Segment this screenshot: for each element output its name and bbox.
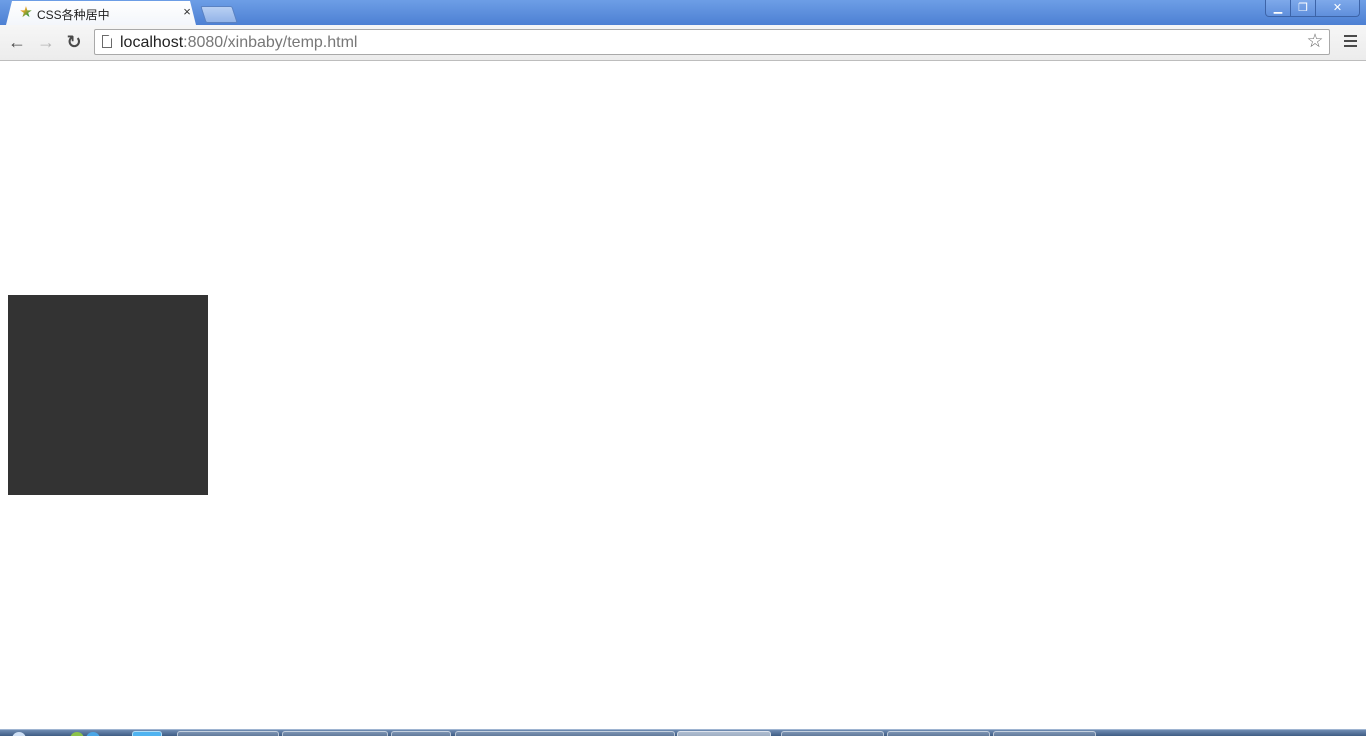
taskbar-app-button[interactable] bbox=[677, 731, 771, 736]
menu-icon-bar bbox=[1343, 45, 1357, 47]
title-bar: ★ CSS各种居中 × ▁ ❐ ✕ bbox=[0, 0, 1366, 25]
restore-button[interactable]: ❐ bbox=[1291, 0, 1316, 17]
start-orb-icon[interactable] bbox=[12, 732, 26, 736]
url-text: localhost:8080/xinbaby/temp.html bbox=[120, 33, 357, 52]
taskbar-app-icon[interactable] bbox=[70, 732, 84, 736]
taskbar-app-button[interactable] bbox=[282, 731, 388, 736]
dark-square-box bbox=[8, 295, 208, 495]
taskbar-app-button[interactable] bbox=[781, 731, 884, 736]
os-taskbar bbox=[0, 729, 1366, 736]
browser-window: ★ CSS各种居中 × ▁ ❐ ✕ ← → ↻ localhost:8080/x… bbox=[0, 0, 1366, 736]
menu-icon[interactable] bbox=[1340, 33, 1360, 51]
tab-close-icon[interactable]: × bbox=[180, 4, 194, 20]
minimize-button[interactable]: ▁ bbox=[1265, 0, 1291, 17]
browser-toolbar: ← → ↻ localhost:8080/xinbaby/temp.html ☆ bbox=[0, 25, 1366, 61]
taskbar-app-icon[interactable] bbox=[86, 732, 100, 736]
reload-button[interactable]: ↻ bbox=[63, 31, 85, 53]
page-icon bbox=[102, 35, 112, 48]
address-bar[interactable]: localhost:8080/xinbaby/temp.html ☆ bbox=[94, 29, 1330, 55]
star-icon: ★ bbox=[19, 4, 33, 21]
forward-button[interactable]: → bbox=[35, 31, 57, 53]
tab-active[interactable]: ★ CSS各种居中 × bbox=[6, 1, 196, 25]
taskbar-app-button[interactable] bbox=[993, 731, 1096, 736]
menu-icon-bar bbox=[1343, 35, 1357, 37]
window-controls: ▁ ❐ ✕ bbox=[1265, 0, 1360, 17]
url-path: :8080/xinbaby/temp.html bbox=[183, 34, 358, 51]
page-viewport bbox=[0, 61, 1366, 729]
menu-icon-bar bbox=[1343, 40, 1357, 42]
taskbar-app-button[interactable] bbox=[391, 731, 451, 736]
url-host: localhost bbox=[120, 34, 184, 51]
window-close-button[interactable]: ✕ bbox=[1316, 0, 1360, 17]
taskbar-app-button[interactable] bbox=[455, 731, 675, 736]
back-button[interactable]: ← bbox=[6, 31, 28, 53]
taskbar-app-button[interactable] bbox=[132, 731, 162, 736]
taskbar-app-button[interactable] bbox=[177, 731, 279, 736]
taskbar-app-button[interactable] bbox=[887, 731, 990, 736]
tab-title: CSS各种居中 bbox=[37, 8, 110, 22]
bookmark-star-icon[interactable]: ☆ bbox=[1304, 31, 1326, 53]
new-tab-button[interactable] bbox=[200, 6, 238, 23]
